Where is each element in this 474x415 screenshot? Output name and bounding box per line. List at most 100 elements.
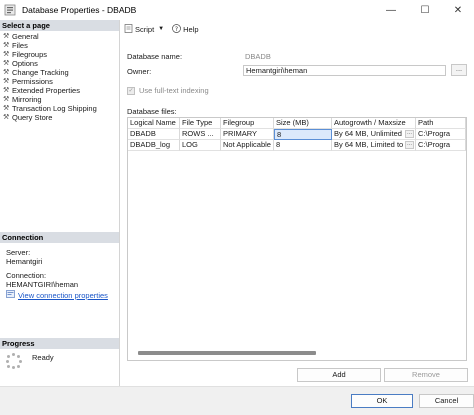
page-item[interactable]: ⚒ Options bbox=[3, 59, 116, 68]
table-cell[interactable]: C:\Progra bbox=[416, 129, 466, 140]
cell-value: By 64 MB, Limited to ... bbox=[334, 140, 412, 149]
table-cell[interactable]: LOG bbox=[180, 140, 221, 151]
column-header[interactable]: Size (MB) bbox=[274, 118, 332, 129]
cell-value: PRIMARY bbox=[223, 129, 258, 138]
script-label: Script bbox=[135, 24, 155, 34]
help-icon: ? bbox=[172, 23, 181, 35]
page-item[interactable]: ⚒ General bbox=[3, 32, 116, 41]
table-row[interactable]: DBADB_log LOG Not Applicable 8 By 64 MB, Lim… bbox=[128, 140, 466, 151]
cell-value: By 64 MB, Unlimited bbox=[334, 129, 402, 138]
cell-value: DBADB_log bbox=[130, 140, 171, 149]
database-icon bbox=[4, 4, 16, 16]
remove-button[interactable]: Remove bbox=[384, 368, 468, 382]
maximize-icon: ☐ bbox=[420, 4, 430, 16]
page-item-label: Options bbox=[12, 59, 38, 68]
autogrowth-browse-button[interactable]: ... bbox=[405, 130, 414, 138]
table-cell[interactable]: 8 bbox=[274, 129, 332, 140]
wrench-icon: ⚒ bbox=[3, 87, 10, 94]
page-item-label: Mirroring bbox=[12, 95, 42, 104]
close-button[interactable]: ✕ bbox=[442, 0, 474, 20]
column-header[interactable]: Path bbox=[416, 118, 466, 129]
cell-value: C:\Progra bbox=[418, 129, 451, 138]
page-item[interactable]: ⚒ Change Tracking bbox=[3, 68, 116, 77]
add-button[interactable]: Add bbox=[297, 368, 381, 382]
minimize-button[interactable]: — bbox=[375, 0, 407, 20]
fulltext-label: Use full-text indexing bbox=[139, 86, 209, 95]
page-item[interactable]: ⚒ Mirroring bbox=[3, 95, 116, 104]
page-item[interactable]: ⚒ Query Store bbox=[3, 113, 116, 122]
close-icon: ✕ bbox=[453, 4, 463, 16]
fulltext-checkbox[interactable]: ✓ bbox=[127, 86, 135, 95]
wrench-icon: ⚒ bbox=[3, 114, 10, 121]
horizontal-scrollbar[interactable] bbox=[130, 351, 466, 355]
connection-value: HEMANTGIRI\heman bbox=[6, 280, 79, 289]
table-cell[interactable]: DBADB_log bbox=[128, 140, 180, 151]
table-cell[interactable]: DBADB bbox=[128, 129, 180, 140]
page-item-label: Files bbox=[12, 41, 28, 50]
db-name-value: DBADB bbox=[245, 52, 271, 61]
help-button[interactable]: ? Help bbox=[172, 23, 199, 35]
progress-header: Progress bbox=[0, 338, 119, 349]
page-item-label: Extended Properties bbox=[12, 86, 80, 95]
table-cell[interactable]: PRIMARY bbox=[221, 129, 274, 140]
page-item[interactable]: ⚒ Transaction Log Shipping bbox=[3, 104, 116, 113]
cell-value: ROWS ... bbox=[182, 129, 214, 138]
owner-browse-button[interactable]: ... bbox=[451, 64, 467, 76]
cell-value: LOG bbox=[182, 140, 198, 149]
column-header[interactable]: Autogrowth / Maxsize bbox=[332, 118, 416, 129]
db-name-label: Database name: bbox=[127, 52, 183, 61]
progress-spinner-icon bbox=[6, 353, 22, 369]
progress-status: Ready bbox=[32, 353, 54, 362]
column-header[interactable]: Logical Name bbox=[128, 118, 180, 129]
wrench-icon: ⚒ bbox=[3, 69, 10, 76]
wrench-icon: ⚒ bbox=[3, 96, 10, 103]
svg-text:?: ? bbox=[175, 25, 178, 32]
table-cell[interactable]: Not Applicable bbox=[221, 140, 274, 151]
minimize-icon: — bbox=[386, 4, 396, 16]
view-connection-properties-link[interactable]: View connection properties bbox=[6, 290, 113, 300]
connection-label: Connection: bbox=[6, 271, 47, 280]
toolbar: Script ▼ ? Help bbox=[120, 20, 474, 38]
script-button[interactable]: Script ▼ bbox=[124, 23, 164, 35]
database-files-label: Database files: bbox=[127, 107, 177, 116]
cell-value: 8 bbox=[277, 130, 282, 139]
connection-section: Connection Server: Hemantgiri Connection… bbox=[0, 232, 119, 305]
table-cell[interactable]: By 64 MB, Limited to ...... bbox=[332, 140, 416, 151]
maximize-button[interactable]: ☐ bbox=[409, 0, 441, 20]
autogrowth-browse-button[interactable]: ... bbox=[405, 141, 414, 149]
page-item-label: General bbox=[12, 32, 39, 41]
script-icon bbox=[124, 23, 133, 35]
table-cell[interactable]: By 64 MB, Unlimited... bbox=[332, 129, 416, 140]
cancel-button[interactable]: Cancel bbox=[419, 394, 474, 408]
page-item-label: Transaction Log Shipping bbox=[12, 104, 97, 113]
wrench-icon: ⚒ bbox=[3, 33, 10, 40]
page-item[interactable]: ⚒ Extended Properties bbox=[3, 86, 116, 95]
cell-value: C:\Progra bbox=[418, 140, 451, 149]
cell-value: Not Applicable bbox=[223, 140, 271, 149]
page-item-label: Filegroups bbox=[12, 50, 48, 59]
table-cell[interactable]: ROWS ... bbox=[180, 129, 221, 140]
cell-value: 8 bbox=[276, 140, 281, 149]
table-cell[interactable]: 8 bbox=[274, 140, 332, 151]
wrench-icon: ⚒ bbox=[3, 60, 10, 67]
server-value: Hemantgiri bbox=[6, 257, 43, 266]
dialog-footer: OK Cancel bbox=[0, 386, 474, 415]
column-header[interactable]: File Type bbox=[180, 118, 221, 129]
page-item[interactable]: ⚒ Files bbox=[3, 41, 116, 50]
table-row[interactable]: DBADB ROWS ... PRIMARY 8 By 64 MB, Unlimited… bbox=[128, 129, 466, 140]
general-page: Database name: DBADB Owner: Hemantgiri\h… bbox=[120, 38, 474, 386]
scrollbar-thumb[interactable] bbox=[138, 351, 316, 355]
page-item[interactable]: ⚒ Permissions bbox=[3, 77, 116, 86]
page-item[interactable]: ⚒ Filegroups bbox=[3, 50, 116, 59]
column-header[interactable]: Filegroup bbox=[221, 118, 274, 129]
wrench-icon: ⚒ bbox=[3, 78, 10, 85]
wrench-icon: ⚒ bbox=[3, 42, 10, 49]
page-item-label: Query Store bbox=[12, 113, 53, 122]
database-files-grid[interactable]: Logical Name File Type Filegroup Size (MB) A… bbox=[127, 117, 467, 361]
owner-input[interactable]: Hemantgiri\heman bbox=[243, 65, 446, 76]
table-cell[interactable]: C:\Progra bbox=[416, 140, 466, 151]
cell-value: DBADB bbox=[130, 129, 156, 138]
left-pane: Select a page ⚒ General ⚒ Files ⚒ Filegroups ⚒… bbox=[0, 20, 120, 386]
ok-button[interactable]: OK bbox=[351, 394, 413, 408]
fulltext-row: ✓ Use full-text indexing bbox=[127, 86, 209, 95]
